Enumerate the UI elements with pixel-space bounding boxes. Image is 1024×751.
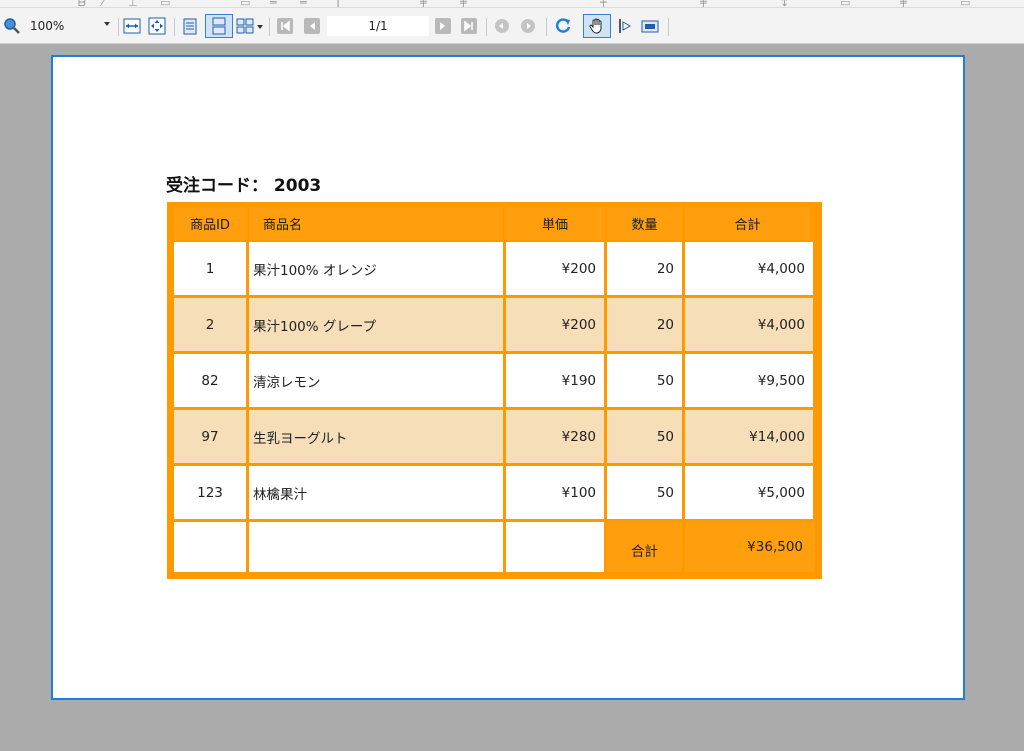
- zoom-level-value: 100%: [30, 19, 65, 33]
- cell-line-total: ¥5,000: [685, 466, 813, 519]
- page-number-field[interactable]: 1/1: [327, 16, 429, 36]
- cell-unit-price: ¥200: [506, 298, 604, 351]
- zoom-level-select[interactable]: 100%: [24, 16, 114, 36]
- hand-tool-icon[interactable]: [583, 14, 611, 38]
- chevron-down-icon[interactable]: [256, 15, 264, 37]
- forward-icon[interactable]: [518, 15, 538, 37]
- cell-quantity: 20: [607, 242, 682, 295]
- cell-product-id: 123: [174, 466, 246, 519]
- snapshot-icon[interactable]: [640, 15, 660, 37]
- order-items-table: 商品ID 商品名 単価 数量 合計 1 果汁100% オレンジ ¥200 20 …: [167, 202, 822, 579]
- column-header-quantity: 数量: [607, 207, 682, 240]
- viewer-toolbar: 100% 1/1: [0, 8, 1024, 44]
- top-toolbar-strip: ᗷ ⁄ ⊥ ▭ ▭ ═ ═ ▕ ╪ ╪ ┼ ╪ ↕ ▭ ╪ ▭: [0, 0, 1024, 8]
- fit-width-icon[interactable]: [122, 15, 142, 37]
- grand-total-value: ¥36,500: [685, 522, 815, 572]
- zoom-magnifier-icon[interactable]: [2, 15, 22, 37]
- cell-product-id: 82: [174, 354, 246, 407]
- toolbar-divider: [269, 18, 270, 36]
- fit-page-icon[interactable]: [147, 15, 167, 37]
- back-icon[interactable]: [492, 15, 512, 37]
- cell-line-total: ¥9,500: [685, 354, 813, 407]
- text-select-icon[interactable]: [614, 15, 634, 37]
- cell-product-id: 1: [174, 242, 246, 295]
- single-page-icon[interactable]: [180, 15, 200, 37]
- cell-unit-price: ¥280: [506, 410, 604, 463]
- toolbar-divider: [546, 18, 547, 36]
- cell-line-total: ¥4,000: [685, 242, 813, 295]
- column-header-product-name: 商品名: [249, 207, 503, 240]
- cell-unit-price: ¥200: [506, 242, 604, 295]
- cell-quantity: 50: [607, 466, 682, 519]
- multi-page-icon[interactable]: [235, 15, 255, 37]
- cell-product-id: 2: [174, 298, 246, 351]
- cell-product-name: 果汁100% グレープ: [249, 298, 503, 351]
- cell-product-name: 清涼レモン: [249, 354, 503, 407]
- chevron-down-icon[interactable]: [104, 22, 110, 26]
- cell-line-total: ¥4,000: [685, 298, 813, 351]
- cell-line-total: ¥14,000: [685, 410, 813, 463]
- footer-empty-cell: [249, 522, 503, 572]
- next-page-icon[interactable]: [433, 15, 453, 37]
- toolbar-divider: [486, 18, 487, 36]
- cell-unit-price: ¥100: [506, 466, 604, 519]
- cell-quantity: 20: [607, 298, 682, 351]
- order-code-heading: 受注コード： 2003: [166, 176, 322, 196]
- continuous-page-icon[interactable]: [205, 14, 233, 38]
- column-header-product-id: 商品ID: [174, 207, 246, 240]
- grand-total-label: 合計: [607, 522, 682, 572]
- cell-unit-price: ¥190: [506, 354, 604, 407]
- column-header-total: 合計: [685, 207, 810, 240]
- cell-product-name: 果汁100% オレンジ: [249, 242, 503, 295]
- footer-empty-cell: [174, 522, 246, 572]
- first-page-icon[interactable]: [275, 15, 295, 37]
- cell-product-name: 林檎果汁: [249, 466, 503, 519]
- footer-empty-cell: [506, 522, 604, 572]
- cell-product-name: 生乳ヨーグルト: [249, 410, 503, 463]
- cell-product-id: 97: [174, 410, 246, 463]
- previous-page-icon[interactable]: [302, 15, 322, 37]
- last-page-icon[interactable]: [459, 15, 479, 37]
- cell-quantity: 50: [607, 410, 682, 463]
- cell-quantity: 50: [607, 354, 682, 407]
- toolbar-divider: [118, 18, 119, 36]
- report-page: 受注コード： 2003 商品ID 商品名 単価 数量 合計 1 果汁100% オ…: [51, 55, 965, 700]
- column-header-unit-price: 単価: [506, 207, 604, 240]
- toolbar-divider: [668, 18, 669, 36]
- toolbar-divider: [174, 18, 175, 36]
- refresh-icon[interactable]: [553, 15, 573, 37]
